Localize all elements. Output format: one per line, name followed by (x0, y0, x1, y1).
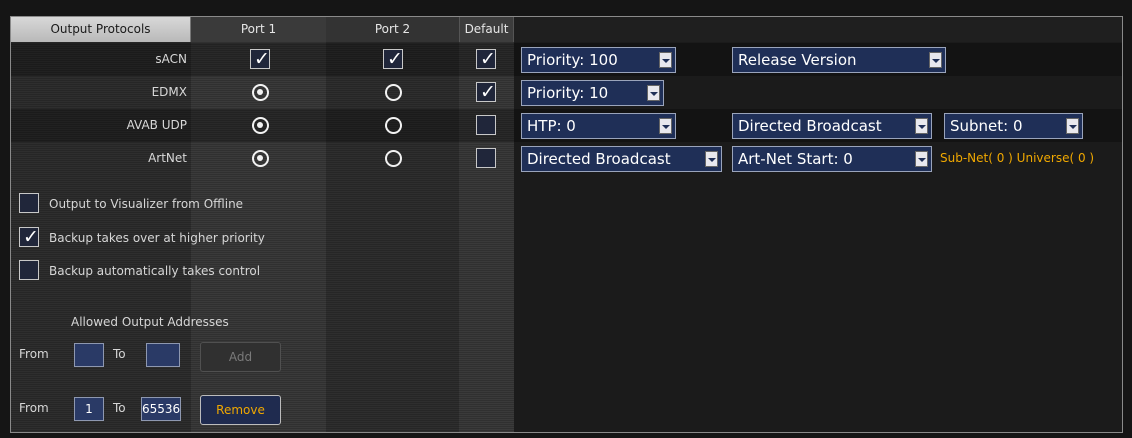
new-to-input[interactable] (146, 343, 180, 367)
avab-broadcast-dropdown[interactable]: Directed Broadcast (732, 113, 932, 139)
from-label: From (19, 347, 49, 361)
option-label: Output to Visualizer from Offline (49, 197, 244, 211)
avab-port2-radio[interactable] (385, 117, 402, 134)
edmx-port2-radio[interactable] (385, 84, 402, 101)
to-label: To (113, 401, 126, 415)
checkmark-icon: ✓ (480, 81, 496, 103)
avab-port1-radio[interactable] (252, 117, 269, 134)
add-button[interactable]: Add (200, 342, 281, 372)
existing-from-input[interactable]: 1 (74, 397, 104, 421)
sacn-priority-dropdown[interactable]: Priority: 100 (521, 47, 676, 73)
protocol-row-sacn: sACN ✓ ✓ ✓ Priority: 100 Release Version (11, 43, 1122, 76)
protocol-row-artnet: ArtNet Directed Broadcast Art-Net Start:… (11, 142, 1122, 175)
avab-subnet-dropdown[interactable]: Subnet: 0 (944, 113, 1083, 139)
backup-auto-checkbox[interactable] (19, 260, 39, 280)
header-filler (514, 17, 1122, 42)
edmx-port1-radio[interactable] (252, 84, 269, 101)
tab-output-protocols[interactable]: Output Protocols (11, 17, 191, 42)
checkmark-icon: ✓ (480, 48, 496, 70)
avab-default-checkbox[interactable] (476, 115, 496, 135)
header-default: Default (459, 17, 514, 42)
header-port2: Port 2 (326, 17, 459, 42)
checkmark-icon: ✓ (387, 48, 403, 70)
dropdown-arrow-icon (929, 52, 942, 68)
artnet-port1-radio[interactable] (252, 150, 269, 167)
to-label: To (113, 347, 126, 361)
protocol-label: EDMX (151, 85, 187, 99)
dropdown-arrow-icon (915, 151, 928, 167)
protocol-row-edmx: EDMX ✓ Priority: 10 (11, 76, 1122, 109)
protocol-label: sACN (155, 52, 187, 66)
header-port1: Port 1 (191, 17, 326, 42)
dropdown-arrow-icon (659, 52, 672, 68)
artnet-subnet-universe-note: Sub-Net( 0 ) Universe( 0 ) (940, 151, 1095, 165)
sacn-default-checkbox[interactable]: ✓ (476, 49, 496, 69)
dropdown-arrow-icon (1066, 118, 1079, 134)
existing-to-input[interactable]: 65536 (141, 397, 181, 421)
output-visualizer-checkbox[interactable] (19, 193, 39, 213)
new-from-input[interactable] (74, 343, 104, 367)
protocol-row-avab-udp: AVAB UDP HTP: 0 Directed Broadcast Subne… (11, 109, 1122, 142)
checkmark-icon: ✓ (254, 48, 270, 70)
backup-priority-checkbox[interactable]: ✓ (19, 227, 39, 247)
artnet-broadcast-dropdown[interactable]: Directed Broadcast (521, 146, 722, 172)
allowed-addresses-title: Allowed Output Addresses (71, 315, 229, 329)
dropdown-arrow-icon (705, 151, 718, 167)
protocol-label: ArtNet (148, 151, 187, 165)
protocol-label: AVAB UDP (126, 118, 187, 132)
dropdown-arrow-icon (647, 85, 660, 101)
option-label: Backup automatically takes control (49, 264, 261, 278)
output-protocols-panel: Output Protocols Port 1 Port 2 Default s… (10, 16, 1123, 433)
checkmark-icon: ✓ (23, 226, 39, 248)
avab-htp-dropdown[interactable]: HTP: 0 (521, 113, 676, 139)
artnet-default-checkbox[interactable] (476, 148, 496, 168)
from-label: From (19, 401, 49, 415)
artnet-start-dropdown[interactable]: Art-Net Start: 0 (732, 146, 932, 172)
dropdown-arrow-icon (659, 118, 672, 134)
edmx-priority-dropdown[interactable]: Priority: 10 (521, 80, 664, 106)
option-label: Backup takes over at higher priority (49, 231, 265, 245)
dropdown-arrow-icon (915, 118, 928, 134)
sacn-version-dropdown[interactable]: Release Version (732, 47, 946, 73)
remove-button[interactable]: Remove (200, 395, 281, 425)
artnet-port2-radio[interactable] (385, 150, 402, 167)
sacn-port2-checkbox[interactable]: ✓ (383, 49, 403, 69)
edmx-default-checkbox[interactable]: ✓ (476, 82, 496, 102)
sacn-port1-checkbox[interactable]: ✓ (250, 49, 270, 69)
